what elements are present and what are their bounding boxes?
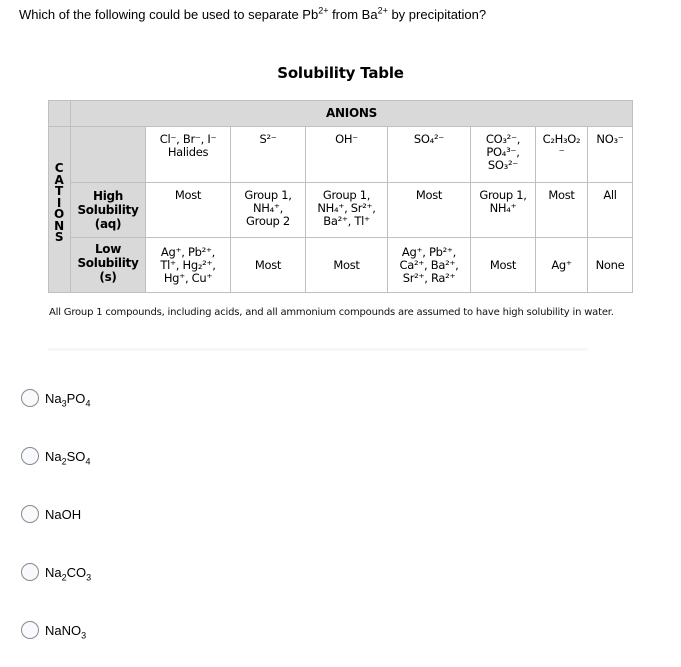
anion-column-header-text: S²⁻ — [259, 132, 277, 146]
subscript: 3 — [86, 572, 92, 583]
table-cell: Ag⁺, Pb²⁺, Tl⁺, Hg₂²⁺, Hg⁺, Cu⁺ — [146, 238, 231, 293]
table-cell: Most — [306, 238, 388, 293]
row-label-header — [71, 127, 146, 183]
question-text: Which of the following could be used to … — [19, 5, 487, 22]
row-label: Low Solubility (s) — [71, 238, 146, 293]
option-label[interactable]: Na2SO4 — [45, 448, 91, 467]
anion-column-header: CO₃²⁻, PO₄³⁻, SO₃²⁻ — [471, 127, 536, 183]
table-cell: Most — [536, 183, 588, 238]
question-prefix: Which of the following could be used to … — [19, 7, 319, 22]
table-cell: Most — [231, 238, 306, 293]
anion-column-header: C₂H₃O₂ ⁻ — [536, 127, 588, 183]
table-cell-text: Ag⁺, Pb²⁺, Ca²⁺, Ba²⁺, Sr²⁺, Ra²⁺ — [399, 244, 459, 285]
answer-option[interactable]: NaOH — [21, 503, 81, 525]
table-cell: All — [588, 183, 633, 238]
option-label[interactable]: Na2CO3 — [45, 564, 92, 583]
anion-column-header-text: OH⁻ — [335, 132, 358, 146]
table-cell: None — [588, 238, 633, 293]
table-cell: Group 1, NH₄⁺, Group 2 — [231, 183, 306, 238]
answer-option[interactable]: Na2CO3 — [21, 561, 91, 583]
formula-part: Na — [45, 564, 62, 580]
table-cell: Ag⁺, Pb²⁺, Ca²⁺, Ba²⁺, Sr²⁺, Ra²⁺ — [388, 238, 471, 293]
anion-column-header-text: Cl⁻, Br⁻, I⁻ Halides — [159, 132, 217, 159]
anion-column-header: NO₃⁻ — [588, 127, 633, 183]
answer-option[interactable]: NaNO3 — [21, 619, 86, 641]
option-label[interactable]: NaNO3 — [45, 622, 87, 641]
anion-column-header-text: NO₃⁻ — [596, 132, 624, 146]
radio-button[interactable] — [21, 389, 39, 407]
table-cell-text: Most — [548, 188, 575, 202]
table-cell-text: Ag⁺, Pb²⁺, Tl⁺, Hg₂²⁺, Hg⁺, Cu⁺ — [160, 244, 216, 285]
table-cell-text: Group 1, NH₄⁺ — [479, 188, 527, 215]
cations-column: C A T I O N S — [48, 127, 71, 293]
subscript: 4 — [85, 456, 91, 467]
table-cell: Group 1, NH₄⁺ — [471, 183, 536, 238]
option-label[interactable]: NaOH — [45, 507, 81, 522]
solubility-table: ANIONS C A T I O N S Cl⁻, Br⁻, I⁻ Halides S… — [48, 100, 633, 293]
answer-option[interactable]: Na2SO4 — [21, 445, 90, 467]
anion-column-header: Cl⁻, Br⁻, I⁻ Halides — [146, 127, 231, 183]
formula-part: Na — [45, 390, 62, 406]
table-cell: Group 1, NH₄⁺, Sr²⁺, Ba²⁺, Tl⁺ — [306, 183, 388, 238]
table-cell-text: All — [603, 188, 617, 202]
cations-label: C A T I O N S — [54, 161, 64, 244]
anions-header: ANIONS — [71, 100, 633, 127]
table-cell: Most — [471, 238, 536, 293]
formula-part: PO — [66, 390, 86, 406]
table-cell-text: None — [595, 257, 625, 272]
divider — [48, 348, 588, 351]
formula-part: NaNO — [45, 622, 82, 638]
table-cell: Ag⁺ — [536, 238, 588, 293]
anions-header-text: ANIONS — [326, 106, 377, 120]
table-cell-text: Ag⁺ — [551, 257, 572, 272]
anion-column-header-text: SO₄²⁻ — [413, 132, 445, 146]
solubility-note: All Group 1 compounds, including acids, … — [49, 307, 614, 318]
question-suffix: by precipitation? — [387, 7, 487, 22]
answer-option[interactable]: Na3PO4 — [21, 387, 90, 409]
table-cell-text: Group 1, NH₄⁺, Sr²⁺, Ba²⁺, Tl⁺ — [317, 188, 376, 228]
formula-part: NaOH — [45, 506, 82, 522]
anion-column-header: S²⁻ — [231, 127, 306, 183]
table-cell-text: Most — [489, 257, 517, 272]
formula-part: CO — [66, 564, 87, 580]
table-cell: Most — [146, 183, 231, 238]
pb-charge: 2+ — [318, 5, 329, 16]
radio-button[interactable] — [21, 563, 39, 581]
table-cell-text: Most — [174, 188, 202, 202]
table-cell-text: Most — [254, 257, 282, 272]
row-label-text: High Solubility (aq) — [77, 189, 139, 231]
anion-column-header-text: C₂H₃O₂ ⁻ — [542, 132, 581, 159]
subscript: 3 — [81, 630, 87, 641]
radio-button[interactable] — [21, 447, 39, 465]
question-middle: from Ba — [328, 7, 378, 22]
option-label[interactable]: Na3PO4 — [45, 390, 91, 409]
table-cell-text: Most — [333, 257, 360, 272]
radio-button[interactable] — [21, 505, 39, 523]
formula-part: Na — [45, 448, 62, 464]
table-cell: Most — [388, 183, 471, 238]
subscript: 4 — [85, 398, 91, 409]
table-cell-text: Group 1, NH₄⁺, Group 2 — [244, 188, 292, 228]
row-label-text: Low Solubility (s) — [77, 242, 139, 284]
formula-part: SO — [66, 448, 86, 464]
solubility-table-title: Solubility Table — [277, 64, 404, 82]
anion-column-header: OH⁻ — [306, 127, 388, 183]
anion-column-header-text: CO₃²⁻, PO₄³⁻, SO₃²⁻ — [485, 132, 521, 172]
table-cell-text: Most — [415, 188, 443, 202]
radio-button[interactable] — [21, 621, 39, 639]
row-label: High Solubility (aq) — [71, 183, 146, 238]
anion-column-header: SO₄²⁻ — [388, 127, 471, 183]
ba-charge: 2+ — [377, 5, 388, 16]
corner-cell — [48, 100, 71, 127]
